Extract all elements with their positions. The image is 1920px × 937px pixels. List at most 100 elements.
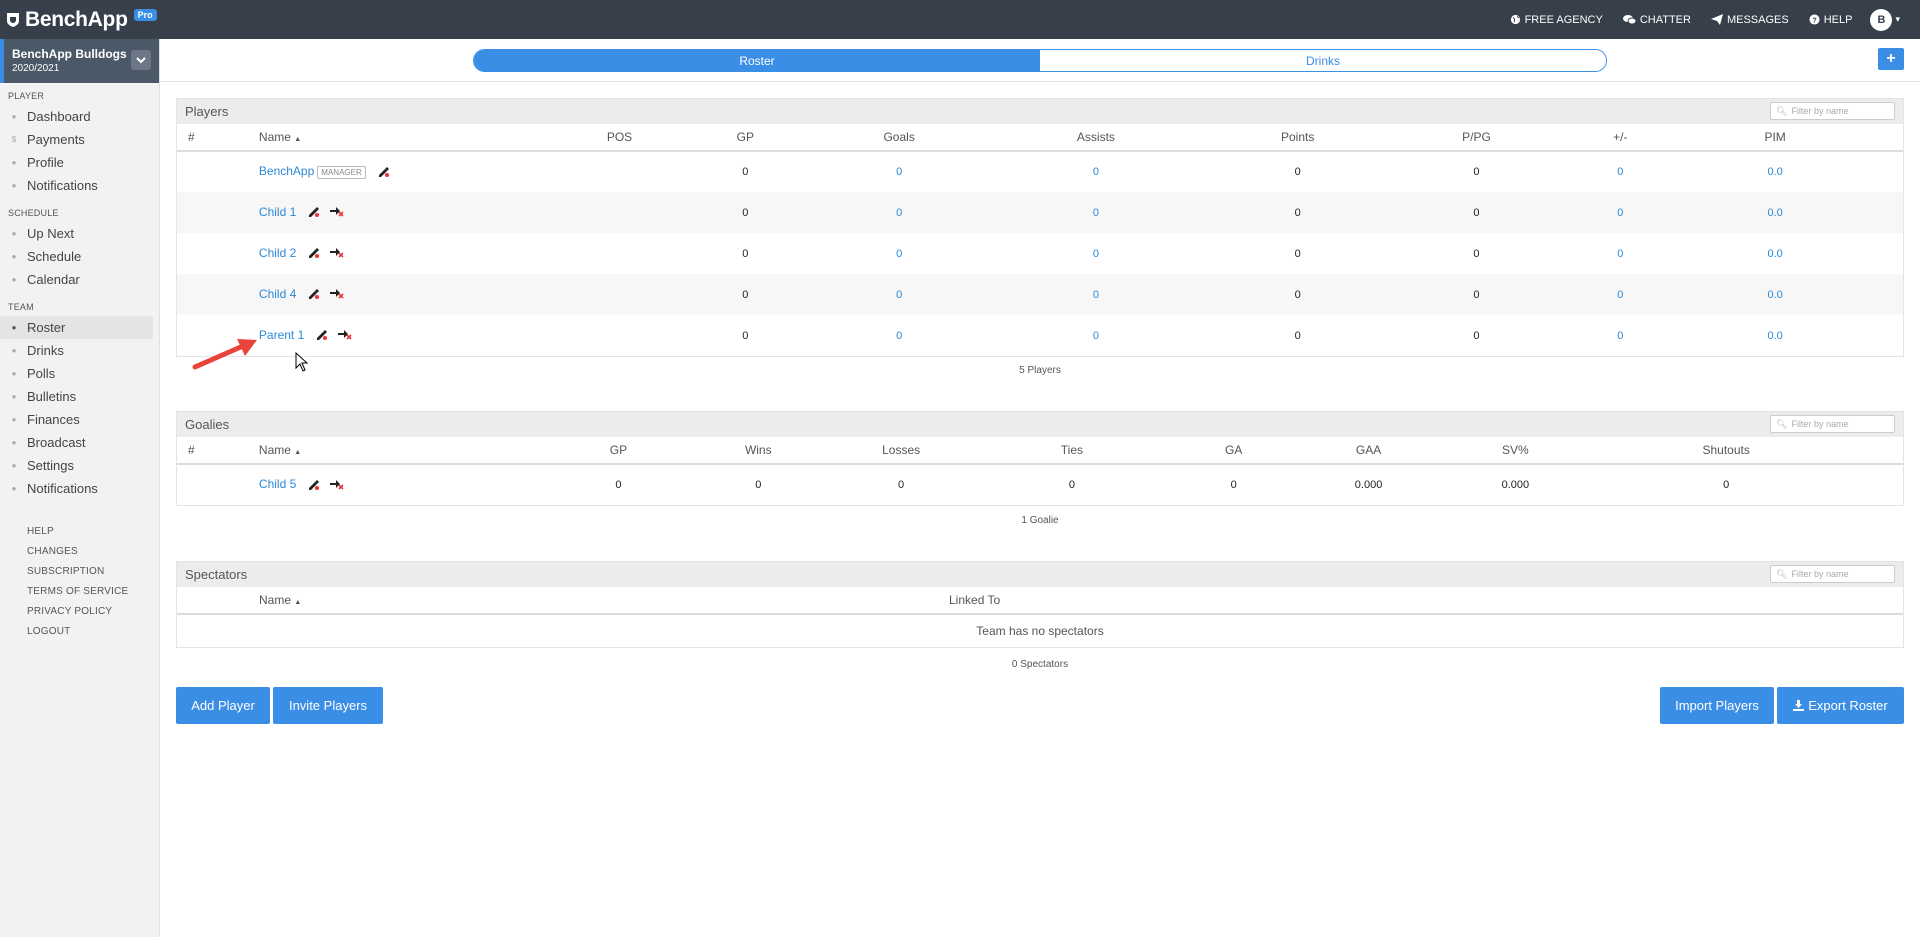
sidebar-item-calendar[interactable]: ● Calendar — [0, 268, 153, 291]
sidebar-item-drinks[interactable]: ● Drinks — [0, 339, 153, 362]
stat-pim[interactable]: 0.0 — [1647, 274, 1903, 315]
stat-goals[interactable]: 0 — [842, 315, 956, 356]
col-losses[interactable]: Losses — [870, 437, 933, 465]
stat-plus-minus[interactable]: 0 — [1593, 151, 1647, 192]
stat-goals[interactable]: 0 — [842, 151, 956, 192]
stat-pim[interactable]: 0.0 — [1647, 315, 1903, 356]
col-gp[interactable]: GP — [648, 124, 843, 152]
goalies-filter[interactable]: 🔍︎ — [1770, 415, 1895, 433]
footer-link-subscription[interactable]: Subscription — [27, 562, 159, 582]
col-goals[interactable]: Goals — [842, 124, 957, 152]
chatter-link[interactable]: Chatter — [1622, 14, 1691, 26]
player-name-link[interactable]: BenchApp — [259, 164, 314, 178]
footer-link-help[interactable]: Help — [27, 522, 159, 542]
col-sv-pct[interactable]: SV% — [1481, 437, 1550, 465]
footer-link-changes[interactable]: Changes — [27, 542, 159, 562]
sidebar-item-team-notifications[interactable]: ● Notifications — [0, 477, 153, 500]
sidebar-item-up-next[interactable]: ● Up Next — [0, 222, 153, 245]
sidebar-item-polls[interactable]: ● Polls — [0, 362, 153, 385]
player-name-link[interactable]: Child 2 — [259, 246, 296, 260]
remove-player-icon[interactable] — [330, 246, 344, 261]
messages-link[interactable]: Messages — [1710, 14, 1789, 26]
player-name-link[interactable]: Child 1 — [259, 205, 296, 219]
export-roster-button[interactable]: Export Roster — [1777, 687, 1904, 724]
sidebar-item-payments[interactable]: $ Payments — [0, 128, 153, 151]
team-dropdown-button[interactable] — [131, 50, 151, 70]
sidebar-item-profile[interactable]: ● Profile — [0, 151, 153, 174]
stat-goals[interactable]: 0 — [842, 233, 956, 274]
stat-assists[interactable]: 0 — [956, 192, 1236, 233]
stat-plus-minus[interactable]: 0 — [1593, 274, 1647, 315]
import-players-button[interactable]: Import Players — [1660, 687, 1774, 724]
stat-plus-minus[interactable]: 0 — [1593, 192, 1647, 233]
player-name-link[interactable]: Parent 1 — [259, 328, 304, 342]
remove-player-icon[interactable] — [330, 478, 344, 493]
sidebar-item-broadcast[interactable]: ● Broadcast — [0, 431, 153, 454]
col-name[interactable]: Name ▲ — [259, 587, 949, 615]
edit-player-icon[interactable] — [307, 205, 320, 220]
sidebar-item-dashboard[interactable]: ● Dashboard — [0, 105, 153, 128]
stat-assists[interactable]: 0 — [956, 315, 1236, 356]
remove-player-icon[interactable] — [338, 328, 352, 343]
col-ga[interactable]: GA — [1211, 437, 1256, 465]
sidebar-item-player-notifications[interactable]: ● Notifications — [0, 174, 153, 197]
remove-player-icon[interactable] — [330, 205, 344, 220]
app-logo[interactable]: BenchApp Pro — [6, 7, 157, 33]
stat-assists[interactable]: 0 — [956, 274, 1236, 315]
stat-assists[interactable]: 0 — [956, 233, 1236, 274]
edit-player-icon[interactable] — [315, 328, 328, 343]
players-filter-input[interactable] — [1791, 106, 1892, 116]
player-name-link[interactable]: Child 4 — [259, 287, 296, 301]
sidebar-item-roster[interactable]: ● Roster — [0, 316, 153, 339]
col-pim[interactable]: PIM — [1647, 124, 1903, 152]
remove-player-icon[interactable] — [330, 287, 344, 302]
edit-player-icon[interactable] — [307, 246, 320, 261]
col-linked-to[interactable]: Linked To — [949, 587, 1903, 615]
col-assists[interactable]: Assists — [956, 124, 1236, 152]
stat-plus-minus[interactable]: 0 — [1593, 315, 1647, 356]
sidebar-item-settings[interactable]: ● Settings — [0, 454, 153, 477]
edit-player-icon[interactable] — [307, 478, 320, 493]
col-shutouts[interactable]: Shutouts — [1549, 437, 1903, 465]
spectators-filter-input[interactable] — [1791, 569, 1892, 579]
goalie-name-link[interactable]: Child 5 — [259, 477, 296, 491]
stat-pim[interactable]: 0.0 — [1647, 151, 1903, 192]
stat-assists[interactable]: 0 — [956, 151, 1236, 192]
stat-goals[interactable]: 0 — [842, 192, 956, 233]
sidebar-item-schedule[interactable]: ● Schedule — [0, 245, 153, 268]
col-ppg[interactable]: P/PG — [1359, 124, 1594, 152]
col-points[interactable]: Points — [1235, 124, 1360, 152]
col-pos[interactable]: POS — [590, 124, 649, 152]
add-button[interactable]: + — [1878, 48, 1904, 70]
edit-player-icon[interactable] — [307, 287, 320, 302]
footer-link-logout[interactable]: Logout — [27, 622, 159, 642]
goalies-filter-input[interactable] — [1791, 419, 1892, 429]
add-player-button[interactable]: Add Player — [176, 687, 270, 724]
sidebar-item-finances[interactable]: ● Finances — [0, 408, 153, 431]
stat-ppg: 0 — [1473, 247, 1480, 260]
team-selector[interactable]: BenchApp Bulldogs 2020/2021 — [0, 39, 159, 83]
invite-players-button[interactable]: Invite Players — [273, 687, 383, 724]
footer-link-terms[interactable]: Terms of Service — [27, 582, 159, 602]
help-link[interactable]: ? Help — [1809, 14, 1852, 26]
stat-pim[interactable]: 0.0 — [1647, 192, 1903, 233]
col-gp[interactable]: GP — [590, 437, 647, 465]
col-gaa[interactable]: GAA — [1255, 437, 1482, 465]
edit-player-icon[interactable] — [377, 165, 389, 180]
stat-goals[interactable]: 0 — [842, 274, 956, 315]
col-wins[interactable]: Wins — [646, 437, 871, 465]
footer-link-privacy[interactable]: Privacy Policy — [27, 602, 159, 622]
col-name[interactable]: Name ▲ — [258, 124, 591, 152]
col-name[interactable]: Name ▲ — [258, 437, 591, 465]
free-agency-link[interactable]: Free Agency — [1510, 14, 1603, 26]
spectators-filter[interactable]: 🔍︎ — [1770, 565, 1895, 583]
tab-drinks[interactable]: Drinks — [1040, 50, 1606, 71]
stat-plus-minus[interactable]: 0 — [1593, 233, 1647, 274]
user-menu[interactable]: B ▾ — [1870, 8, 1900, 31]
col-plus-minus[interactable]: +/- — [1593, 124, 1648, 152]
players-filter[interactable]: 🔍︎ — [1770, 102, 1895, 120]
sidebar-item-bulletins[interactable]: ● Bulletins — [0, 385, 153, 408]
stat-pim[interactable]: 0.0 — [1647, 233, 1903, 274]
tab-roster[interactable]: Roster — [474, 50, 1040, 71]
col-ties[interactable]: Ties — [932, 437, 1212, 465]
